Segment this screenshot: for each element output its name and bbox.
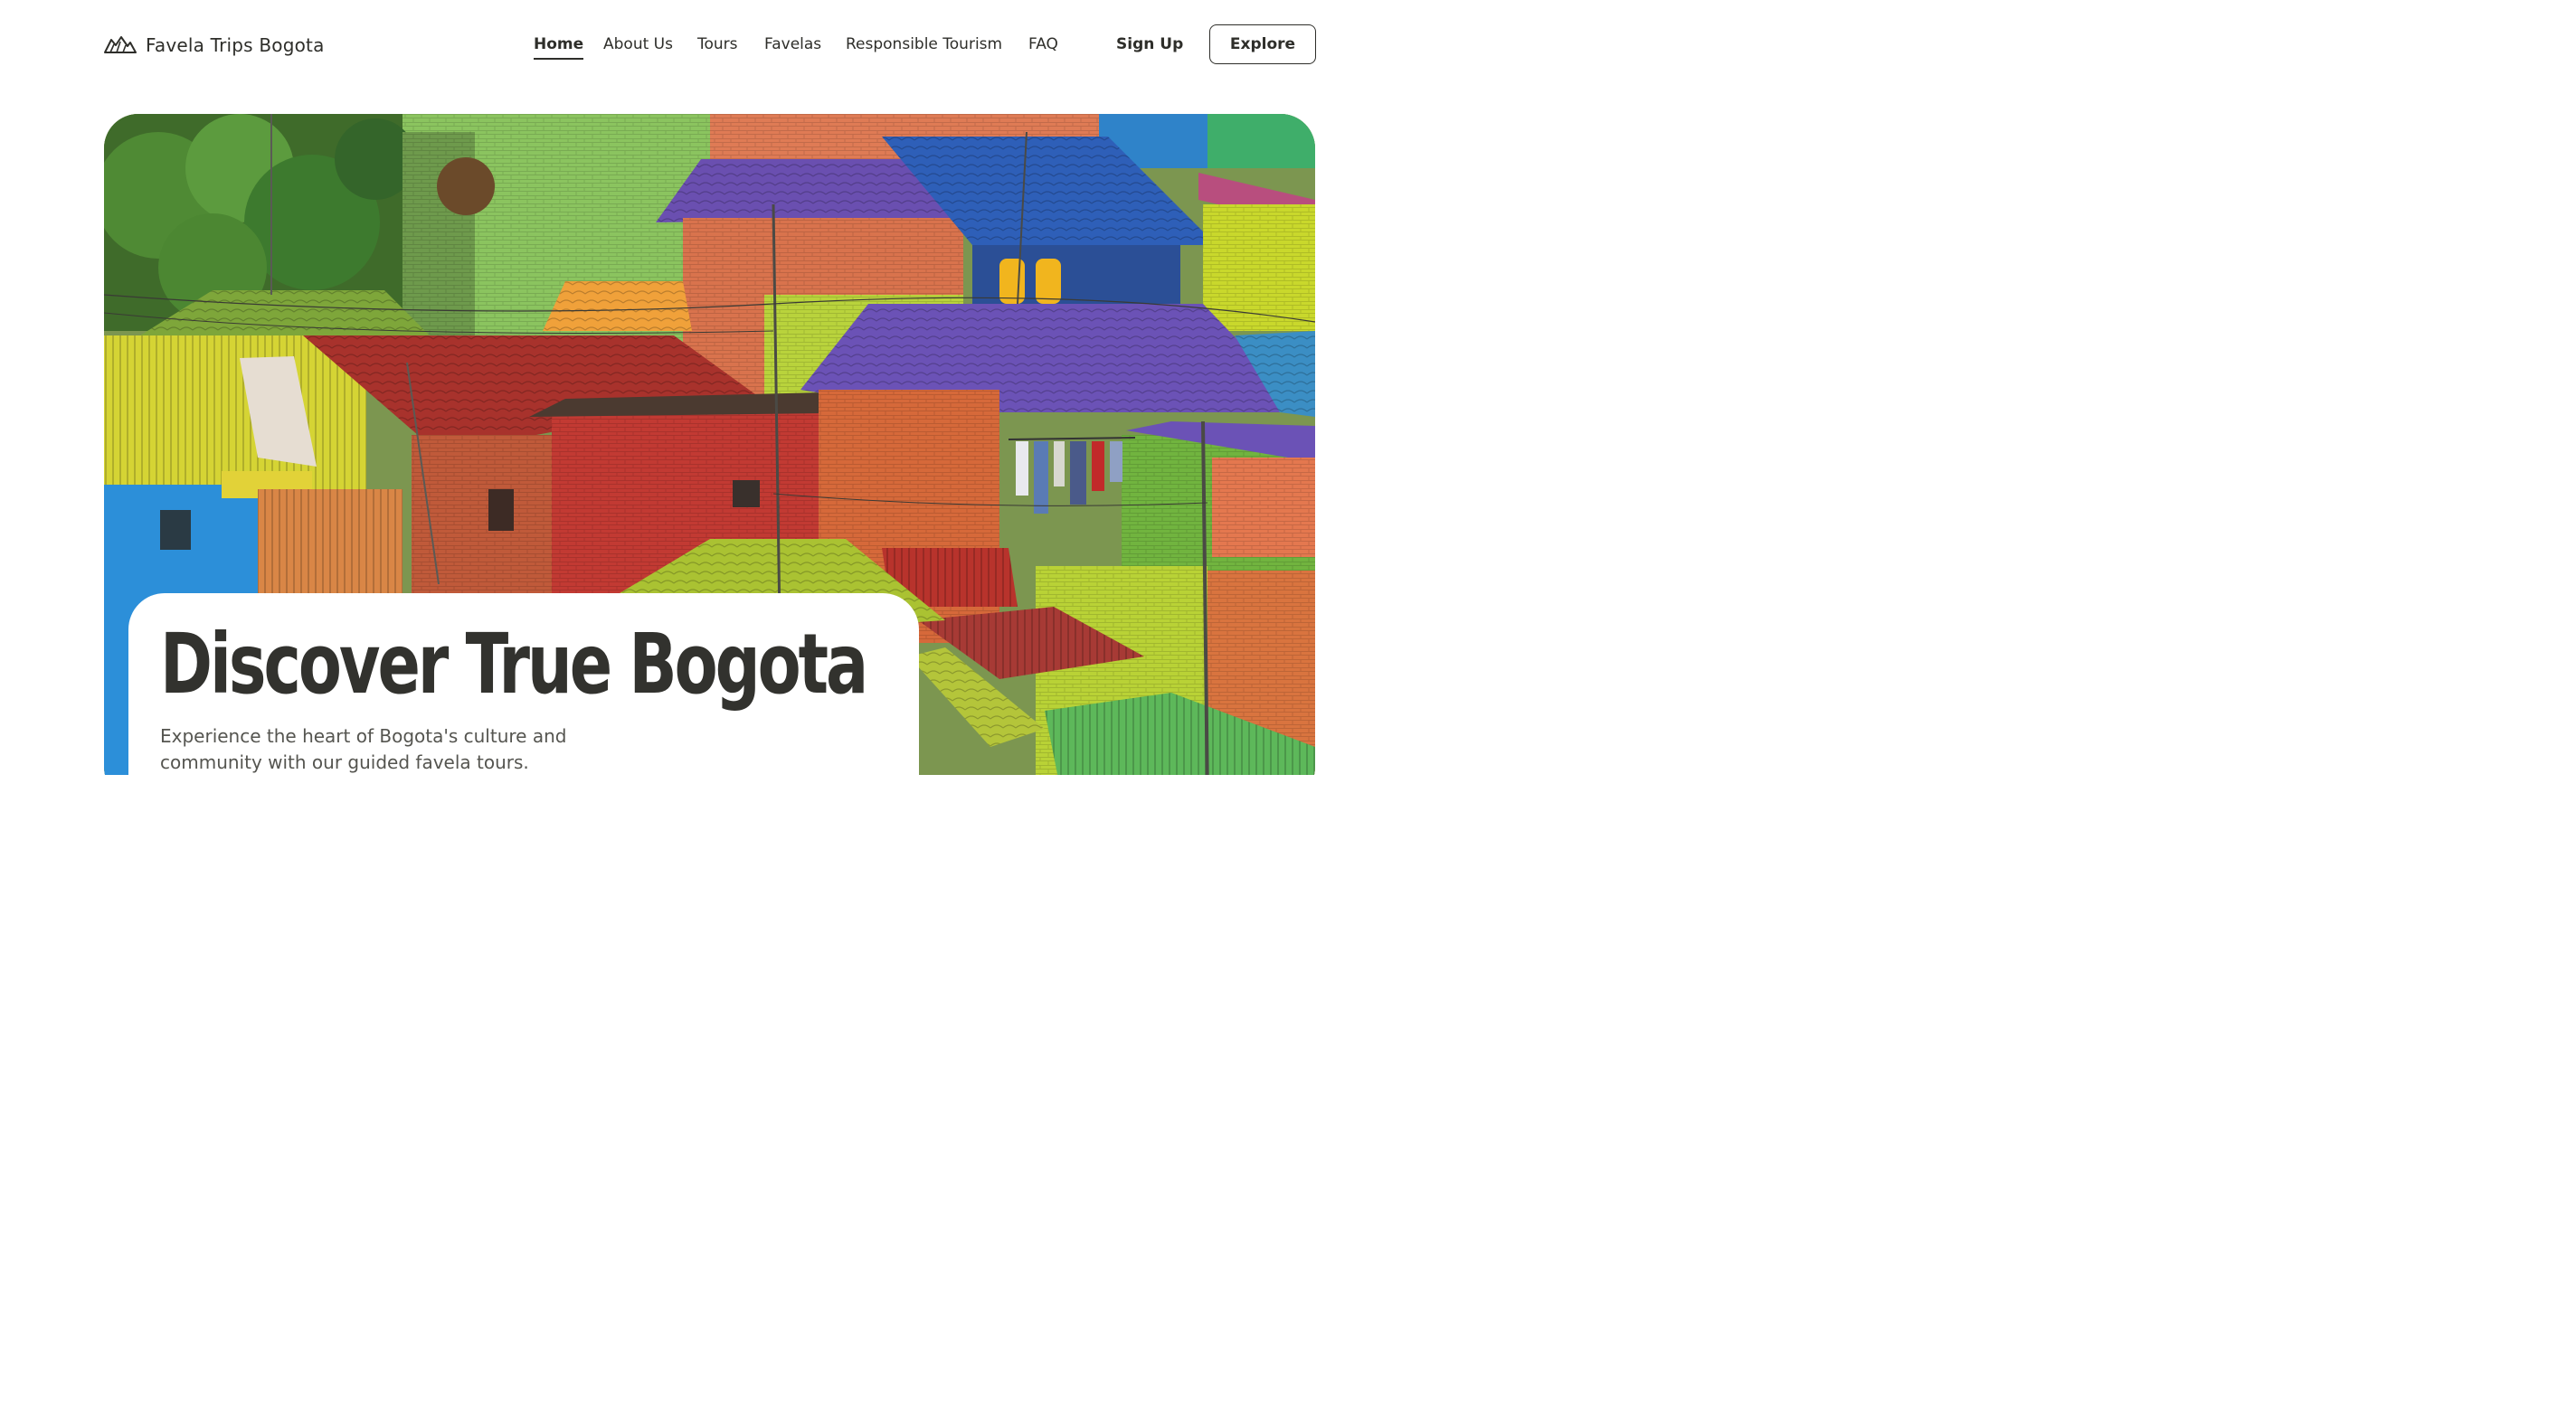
site-header: Favela Trips Bogota Home About Us Tours …	[0, 0, 1418, 90]
brand-name: Favela Trips Bogota	[146, 34, 325, 56]
hero-card: Discover True Bogota Experience the hear…	[128, 593, 919, 775]
nav-faq[interactable]: FAQ	[1028, 31, 1058, 58]
explore-button[interactable]: Explore	[1209, 24, 1316, 64]
sign-up-link[interactable]: Sign Up	[1116, 31, 1183, 58]
page: Favela Trips Bogota Home About Us Tours …	[0, 0, 1418, 775]
nav-favelas[interactable]: Favelas	[764, 31, 821, 58]
hills-logo-icon	[104, 36, 137, 53]
nav-responsible-tourism[interactable]: Responsible Tourism	[846, 31, 1002, 58]
brand-link[interactable]: Favela Trips Bogota	[104, 30, 325, 61]
hero-title: Discover True Bogota	[160, 616, 868, 713]
nav-tours[interactable]: Tours	[697, 31, 738, 58]
nav-home[interactable]: Home	[534, 31, 584, 60]
hero-subtitle: Experience the heart of Bogota's culture…	[160, 725, 567, 773]
nav-about-us[interactable]: About Us	[603, 31, 673, 58]
